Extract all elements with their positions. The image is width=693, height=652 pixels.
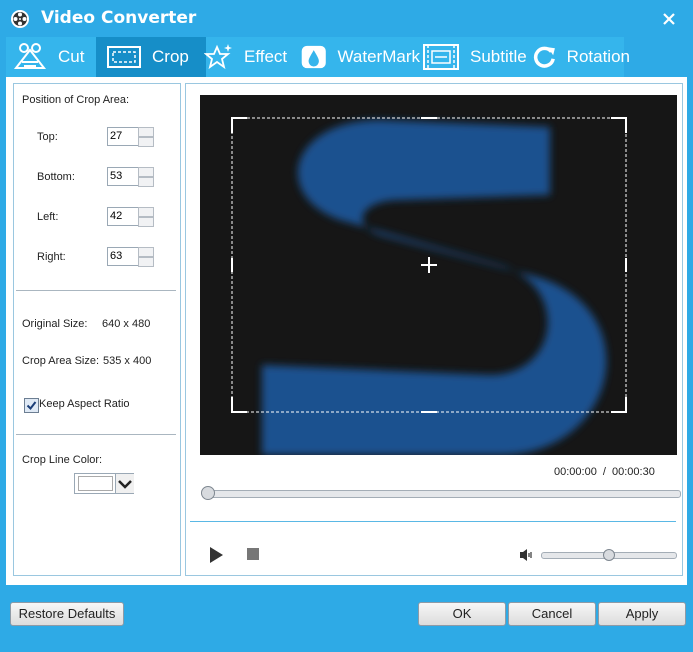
- top-value[interactable]: 27: [107, 127, 139, 146]
- tab-rotation[interactable]: Rotation: [526, 37, 630, 77]
- line-color-label: Crop Line Color:: [22, 454, 103, 466]
- time-separator: /: [602, 466, 606, 478]
- right-spinner[interactable]: 63: [107, 247, 154, 267]
- time-display: 00:00:00 / 00:00:30: [554, 466, 655, 478]
- tab-label: Effect: [244, 47, 288, 66]
- tab-cut[interactable]: Cut: [6, 37, 102, 77]
- color-swatch: [78, 476, 113, 491]
- subtitle-icon: [423, 44, 459, 70]
- stop-icon[interactable]: [246, 547, 260, 561]
- restore-defaults-button[interactable]: Restore Defaults: [10, 602, 124, 626]
- keep-aspect-checkbox[interactable]: [24, 398, 39, 413]
- volume-thumb[interactable]: [603, 549, 615, 561]
- original-size-value: 640 x 480: [102, 318, 151, 330]
- total-time: 00:00:30: [612, 466, 655, 478]
- play-icon[interactable]: [207, 546, 225, 564]
- film-reel-icon: [11, 10, 29, 28]
- crop-size-value: 535 x 400: [103, 355, 152, 367]
- current-time: 00:00:00: [554, 466, 597, 478]
- seek-bar[interactable]: [208, 490, 681, 498]
- watermark-icon: [301, 45, 326, 69]
- close-icon[interactable]: [660, 10, 678, 28]
- divider: [16, 290, 176, 291]
- chevron-down-icon: [118, 480, 132, 489]
- bottom-label: Bottom:: [37, 171, 75, 183]
- original-size-label: Original Size:: [22, 318, 88, 330]
- logo-s-shape: [262, 120, 607, 455]
- effect-icon: [204, 44, 232, 70]
- top-up-button[interactable]: [138, 127, 154, 137]
- checkmark-icon: [26, 401, 37, 411]
- tab-label: Crop: [152, 47, 189, 66]
- right-label: Right:: [37, 251, 66, 263]
- tab-label: WaterMark: [337, 47, 421, 66]
- top-down-button[interactable]: [138, 137, 154, 147]
- crop-position-heading: Position of Crop Area:: [22, 94, 130, 106]
- tab-subtitle[interactable]: Subtitle: [416, 37, 532, 77]
- crop-icon: [107, 46, 141, 68]
- ok-button[interactable]: OK: [418, 602, 506, 626]
- tab-crop[interactable]: Crop: [96, 37, 206, 77]
- video-frame: [231, 117, 627, 455]
- title-bar: Video Converter: [0, 0, 693, 37]
- bottom-up-button[interactable]: [138, 167, 154, 177]
- top-spinner[interactable]: 27: [107, 127, 154, 147]
- left-spinner[interactable]: 42: [107, 207, 154, 227]
- divider: [190, 521, 676, 522]
- right-up-button[interactable]: [138, 247, 154, 257]
- right-down-button[interactable]: [138, 257, 154, 267]
- bottom-down-button[interactable]: [138, 177, 154, 187]
- tab-label: Rotation: [566, 47, 630, 66]
- window-title: Video Converter: [41, 8, 197, 28]
- apply-button[interactable]: Apply: [598, 602, 686, 626]
- video-preview[interactable]: [200, 95, 677, 455]
- volume-icon[interactable]: [519, 548, 535, 562]
- seek-thumb[interactable]: [201, 486, 215, 500]
- color-dropdown-button[interactable]: [115, 474, 134, 493]
- crop-size-label: Crop Area Size:: [22, 355, 100, 367]
- bottom-value[interactable]: 53: [107, 167, 139, 186]
- right-value[interactable]: 63: [107, 247, 139, 266]
- tab-watermark[interactable]: WaterMark: [296, 37, 420, 77]
- tab-bar: Cut Crop Effect WaterMark Subtitle Rotat…: [6, 37, 630, 77]
- left-up-button[interactable]: [138, 207, 154, 217]
- top-label: Top:: [37, 131, 58, 143]
- tab-effect[interactable]: Effect: [196, 37, 304, 77]
- keep-aspect-label: Keep Aspect Ratio: [39, 398, 130, 410]
- tab-label: Cut: [58, 47, 85, 66]
- cut-icon: [13, 43, 47, 69]
- left-value[interactable]: 42: [107, 207, 139, 226]
- divider: [16, 434, 176, 435]
- crop-line-color-picker[interactable]: [74, 473, 134, 494]
- tab-label: Subtitle: [470, 47, 527, 66]
- bottom-spinner[interactable]: 53: [107, 167, 154, 187]
- left-label: Left:: [37, 211, 59, 223]
- left-down-button[interactable]: [138, 217, 154, 227]
- rotation-icon: [533, 46, 555, 68]
- cancel-button[interactable]: Cancel: [508, 602, 596, 626]
